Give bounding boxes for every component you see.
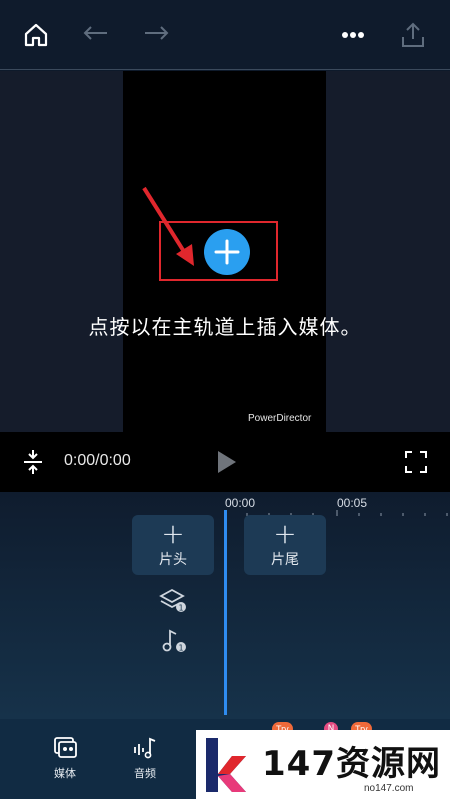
music-note-icon[interactable]: 1: [158, 626, 188, 656]
plus-icon: +: [273, 517, 297, 550]
audio-badge: 1: [178, 644, 183, 653]
nav-audio-label: 音频: [134, 767, 156, 780]
playback-bar: 0:00/0:00: [0, 432, 450, 492]
nav-media[interactable]: 媒体: [43, 735, 87, 781]
ruler-label-5s: 00:05: [337, 496, 368, 510]
undo-icon[interactable]: [79, 18, 113, 52]
more-icon[interactable]: [336, 18, 370, 52]
add-intro-button[interactable]: + 片头: [132, 515, 214, 575]
nav-media-label: 媒体: [54, 767, 76, 780]
add-outro-button[interactable]: + 片尾: [244, 515, 326, 575]
site-watermark: 147资源网 no147.com: [196, 730, 450, 799]
top-toolbar: [0, 0, 450, 70]
plus-icon: [214, 239, 240, 265]
fit-height-icon[interactable]: [22, 448, 44, 480]
plus-icon: +: [161, 517, 185, 550]
site-url: no147.com: [364, 783, 414, 794]
playhead[interactable]: [224, 510, 227, 715]
insert-media-hint: 点按以在主轨道上插入媒体。: [88, 315, 362, 339]
play-icon: [218, 451, 236, 473]
audio-icon: [134, 737, 156, 759]
timeline[interactable]: 00:00 00:05 + 片头 + 片尾 1 1: [0, 492, 450, 719]
redo-icon[interactable]: [139, 18, 173, 52]
ruler-label-start: 00:00: [225, 496, 256, 510]
layers-icon[interactable]: 1: [158, 586, 188, 616]
intro-label: 片头: [159, 552, 187, 568]
add-media-button[interactable]: [204, 229, 250, 275]
preview-area: 点按以在主轨道上插入媒体。 PowerDirector: [0, 71, 450, 432]
site-logo-icon: [206, 738, 246, 792]
play-button[interactable]: [216, 450, 238, 478]
home-icon[interactable]: [19, 18, 53, 52]
layer-badge: 1: [178, 604, 183, 613]
nav-audio[interactable]: 音频: [123, 735, 167, 781]
outro-label: 片尾: [271, 552, 299, 568]
powerdirector-watermark: PowerDirector: [248, 413, 312, 424]
playback-time: 0:00/0:00: [64, 452, 131, 469]
export-icon[interactable]: [396, 18, 430, 52]
highlight-box: [159, 221, 278, 281]
media-icon: [54, 737, 77, 758]
fullscreen-icon[interactable]: [404, 450, 428, 478]
site-name: 147资源网: [262, 744, 441, 784]
